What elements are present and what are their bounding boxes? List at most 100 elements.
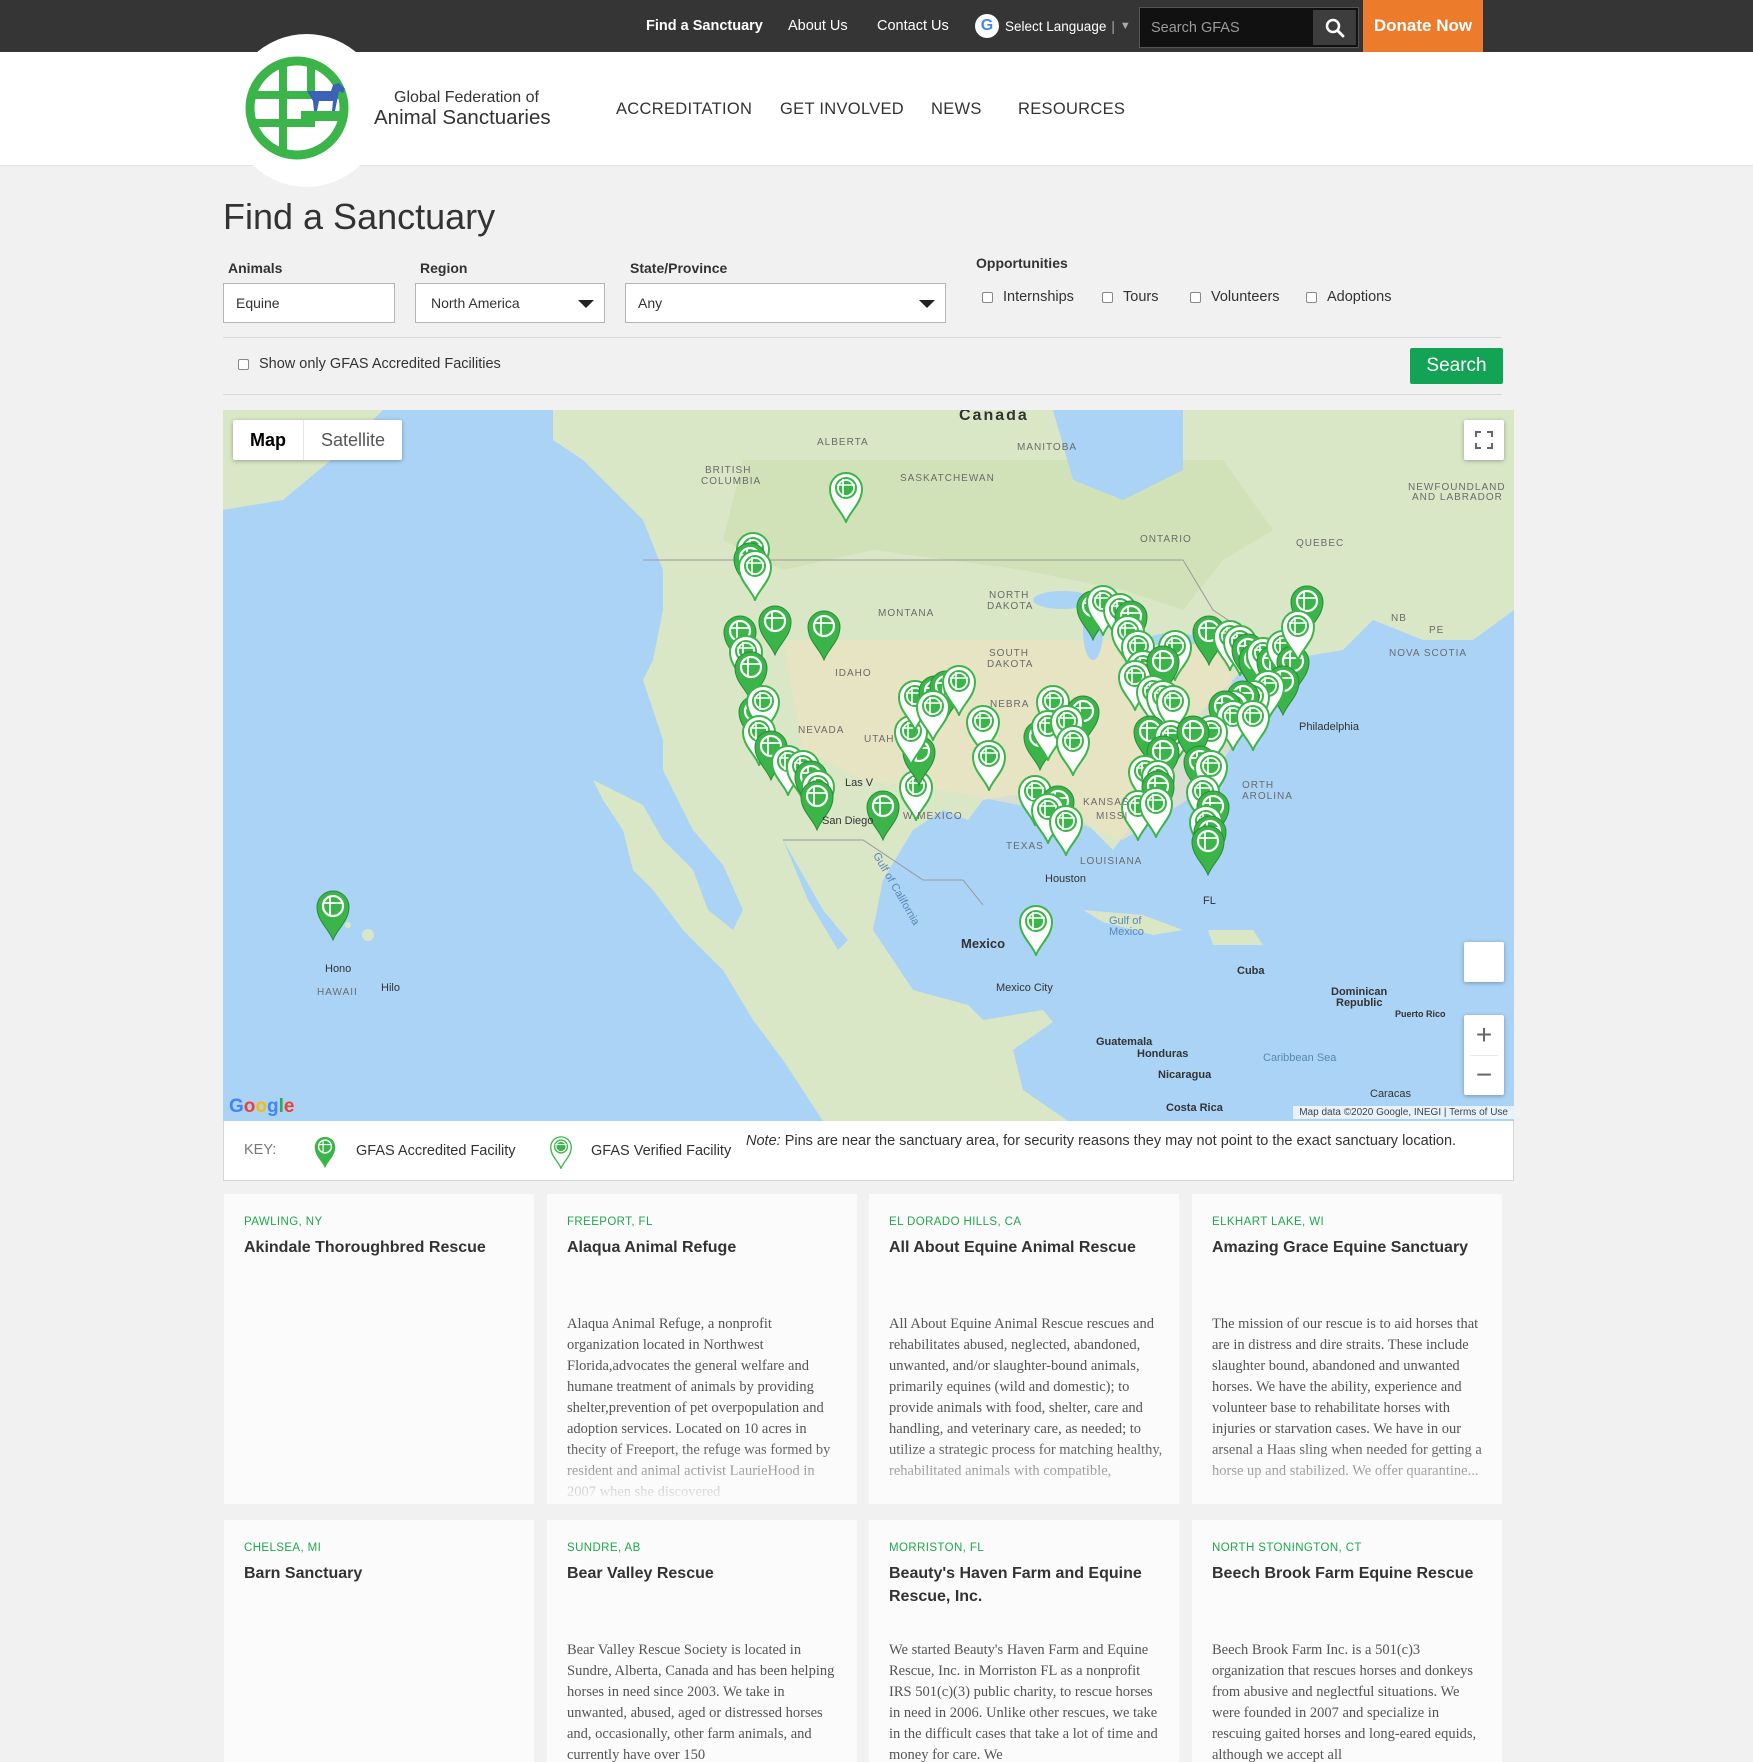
donate-button[interactable]: Donate Now — [1363, 0, 1483, 52]
map-label-gulf-of-mexico-2: Mexico — [1109, 926, 1144, 938]
map-land-layer — [223, 410, 1514, 1121]
chevron-down-icon — [578, 300, 594, 308]
map-label-alberta: ALBERTA — [817, 437, 869, 448]
zoom-in-icon[interactable]: + — [1476, 1015, 1492, 1055]
language-label: Select Language — [1005, 18, 1107, 34]
tours-checkbox[interactable]: Tours — [1102, 289, 1158, 305]
animals-input[interactable]: Equine — [223, 283, 395, 323]
sanctuary-card[interactable]: PAWLING, NY Akindale Thoroughbred Rescue — [224, 1194, 534, 1504]
map-label-houston: Houston — [1045, 873, 1086, 885]
card-description: Beech Brook Farm Inc. is a 501(c)3 organ… — [1212, 1642, 1477, 1762]
map-label-honolulu: Hono — [325, 963, 352, 975]
map-label-nova-scotia: NOVA SCOTIA — [1389, 648, 1468, 659]
map-label-hawaii: HAWAII — [317, 987, 358, 998]
animals-label: Animals — [228, 260, 283, 276]
map-label-manitoba: MANITOBA — [1017, 442, 1078, 453]
card-fade — [869, 1444, 1179, 1504]
key-note: Note: Pins are near the sanctuary area, … — [746, 1133, 1456, 1149]
map-type-control: Map Satellite — [233, 420, 403, 460]
sanctuary-card[interactable]: CHELSEA, MI Barn Sanctuary — [224, 1520, 534, 1762]
nav-about-us[interactable]: About Us — [788, 0, 848, 52]
checkbox-box[interactable] — [1190, 291, 1201, 303]
card-title[interactable]: Amazing Grace Equine Sanctuary — [1212, 1236, 1487, 1259]
nav-get-involved[interactable]: GET INVOLVED — [780, 100, 904, 119]
language-selector[interactable]: G Select Language | ▼ — [975, 14, 1131, 38]
card-title[interactable]: Bear Valley Rescue — [567, 1562, 842, 1585]
card-title[interactable]: All About Equine Animal Rescue — [889, 1236, 1164, 1259]
zoom-out-icon[interactable]: − — [1476, 1055, 1492, 1095]
key-note-text: Pins are near the sanctuary area, for se… — [780, 1133, 1457, 1149]
nav-news[interactable]: NEWS — [931, 100, 982, 119]
sanctuary-card[interactable]: NORTH STONINGTON, CT Beech Brook Farm Eq… — [1192, 1520, 1502, 1762]
fullscreen-button[interactable] — [1464, 420, 1504, 460]
pegman-button[interactable] — [1464, 942, 1504, 982]
google-letter: o — [255, 1096, 267, 1117]
card-location: SUNDRE, AB — [567, 1542, 641, 1554]
nav-accreditation[interactable]: ACCREDITATION — [616, 100, 752, 119]
card-title[interactable]: Alaqua Animal Refuge — [567, 1236, 842, 1259]
chevron-down-icon — [919, 300, 935, 308]
checkbox-box[interactable] — [1306, 291, 1317, 303]
accredited-pin-icon — [314, 1136, 336, 1169]
map-label-pe: PE — [1429, 625, 1445, 636]
nav-find-sanctuary[interactable]: Find a Sanctuary — [646, 0, 763, 52]
search-submit-button[interactable]: Search — [1410, 348, 1503, 384]
language-separator: | — [1111, 18, 1115, 34]
map-label-idaho: IDAHO — [835, 668, 872, 679]
map-label-british-columbia-2: COLUMBIA — [701, 476, 762, 487]
sanctuary-card[interactable]: MORRISTON, FL Beauty's Haven Farm and Eq… — [869, 1520, 1179, 1762]
sanctuary-card[interactable]: ELKHART LAKE, WI Amazing Grace Equine Sa… — [1192, 1194, 1502, 1504]
map-type-map-button[interactable]: Map — [233, 420, 303, 460]
page-title: Find a Sanctuary — [223, 196, 496, 237]
nav-resources[interactable]: RESOURCES — [1018, 100, 1125, 119]
volunteers-checkbox[interactable]: Volunteers — [1190, 289, 1280, 305]
sanctuary-card[interactable]: SUNDRE, AB Bear Valley Rescue Bear Valle… — [547, 1520, 857, 1762]
checkbox-box[interactable] — [1102, 291, 1113, 303]
card-title[interactable]: Beauty's Haven Farm and Equine Rescue, I… — [889, 1562, 1164, 1608]
map-label-nebraska: NEBRA — [990, 699, 1030, 710]
filter-divider-bottom — [223, 394, 1502, 395]
checkbox-box[interactable] — [982, 291, 993, 303]
map-label-caribbean-sea: Caribbean Sea — [1263, 1052, 1337, 1064]
tours-label: Tours — [1123, 289, 1159, 305]
map-attribution[interactable]: Map data ©2020 Google, INEGI | Terms of … — [1293, 1106, 1514, 1119]
card-title[interactable]: Barn Sanctuary — [244, 1562, 519, 1585]
fullscreen-icon — [1475, 431, 1493, 449]
brand-line1: Global Federation of — [394, 89, 539, 106]
map-label-nicaragua: Nicaragua — [1158, 1069, 1212, 1081]
state-value: Any — [638, 295, 663, 311]
accredited-only-checkbox[interactable]: Show only GFAS Accredited Facilities — [238, 356, 501, 372]
top-bar: Find a Sanctuary About Us Contact Us G S… — [0, 0, 1753, 52]
sanctuary-card[interactable]: FREEPORT, FL Alaqua Animal Refuge Alaqua… — [547, 1194, 857, 1504]
card-fade — [1192, 1444, 1502, 1504]
map-label-quebec: QUEBEC — [1296, 538, 1345, 549]
map-label-kansas: KANSAS — [1083, 797, 1130, 808]
map-label-montana: MONTANA — [878, 608, 935, 619]
checkbox-box[interactable] — [238, 358, 249, 370]
internships-label: Internships — [1003, 289, 1074, 305]
site-search-input[interactable]: Search GFAS — [1140, 20, 1313, 36]
card-title[interactable]: Beech Brook Farm Equine Rescue — [1212, 1562, 1487, 1585]
brand-name[interactable]: Global Federation of Animal Sanctuaries — [374, 89, 551, 128]
map-label-north-carolina-2: AROLINA — [1242, 791, 1293, 802]
key-label: KEY: — [244, 1142, 277, 1158]
region-select[interactable]: North America — [415, 283, 605, 323]
key-accredited-label: GFAS Accredited Facility — [356, 1143, 516, 1159]
card-title[interactable]: Akindale Thoroughbred Rescue — [244, 1236, 519, 1259]
google-logo: Google — [229, 1096, 294, 1118]
state-select[interactable]: Any — [625, 283, 946, 323]
map-type-satellite-button[interactable]: Satellite — [303, 420, 402, 460]
search-icon — [1325, 18, 1344, 37]
nav-contact-us[interactable]: Contact Us — [877, 0, 949, 52]
map-label-north-dakota-2: DAKOTA — [987, 601, 1034, 612]
internships-checkbox[interactable]: Internships — [982, 289, 1074, 305]
map-label-texas: TEXAS — [1006, 841, 1044, 852]
map-label-hilo: Hilo — [381, 982, 400, 994]
adoptions-checkbox[interactable]: Adoptions — [1306, 289, 1392, 305]
sanctuary-card[interactable]: EL DORADO HILLS, CA All About Equine Ani… — [869, 1194, 1179, 1504]
sanctuary-map[interactable]: Canada ALBERTA MANITOBA BRITISH COLUMBIA… — [223, 410, 1514, 1121]
search-button[interactable] — [1313, 10, 1356, 45]
card-location: EL DORADO HILLS, CA — [889, 1216, 1022, 1228]
google-letter: o — [243, 1096, 256, 1117]
map-label-caracas: Caracas — [1370, 1088, 1411, 1100]
